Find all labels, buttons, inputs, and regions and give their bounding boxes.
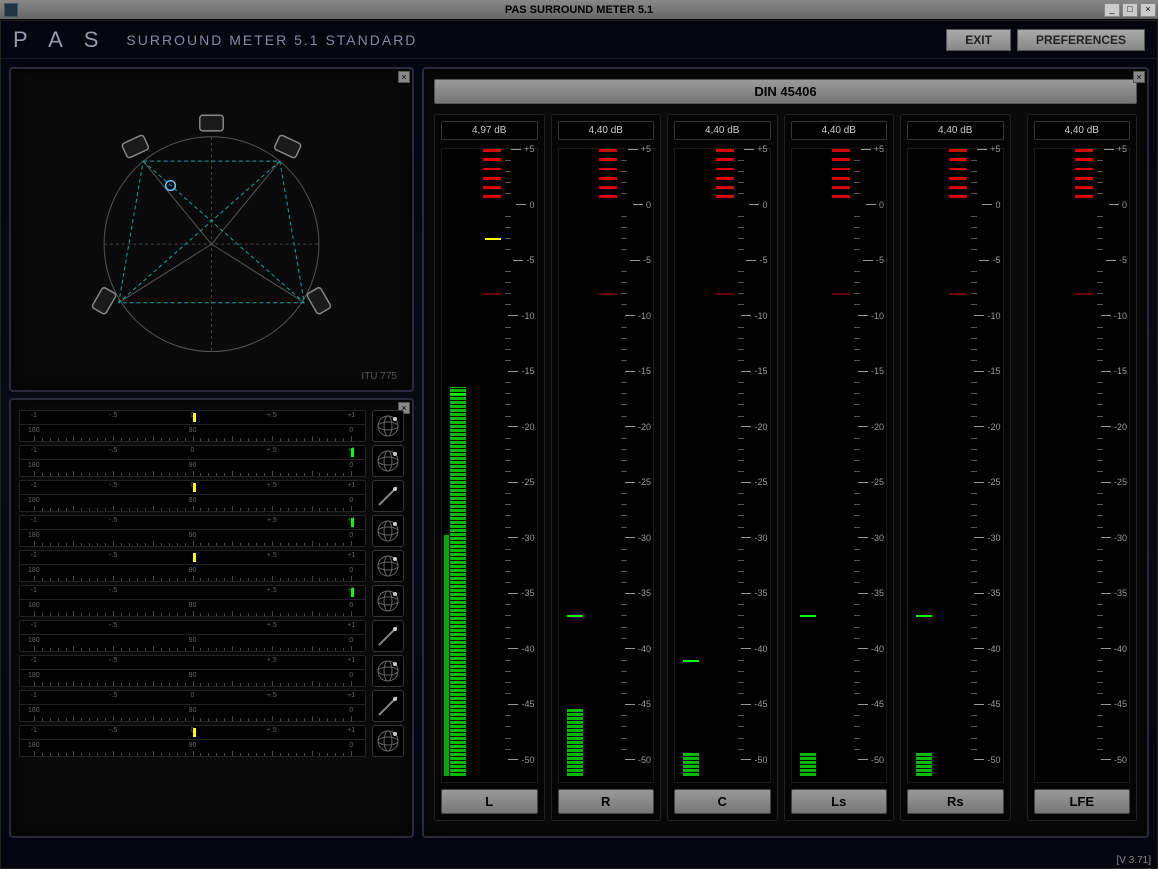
- window-titlebar: PAS SURROUND METER 5.1 _ □ ×: [0, 0, 1158, 20]
- surround-scope: [26, 84, 397, 375]
- correlator-slider[interactable]: -1-.50+.5+1180900: [19, 725, 366, 757]
- peak-hold-mark: [567, 615, 583, 617]
- peak-hold-mark: [683, 660, 699, 662]
- correlator-slider[interactable]: -1-.5+.5+1180900: [19, 655, 366, 687]
- correlator-slider[interactable]: -1-.50+.5+1180900: [19, 410, 366, 442]
- goniometer-icon[interactable]: [372, 655, 404, 687]
- goniometer-icon[interactable]: [372, 550, 404, 582]
- panel-close-icon[interactable]: ×: [398, 71, 410, 83]
- meter-channel-rs: 4,40 dB +50-5-10-15-20-25-30-35-40-45-50 R…: [900, 114, 1011, 821]
- meter-channel-l: 4,97 dB +50-5-10-15-20-25-30-35-40-45-50 L: [434, 114, 545, 821]
- level-bar: [800, 753, 816, 775]
- meter-body: +50-5-10-15-20-25-30-35-40-45-50: [907, 148, 1004, 783]
- channel-label[interactable]: C: [674, 789, 771, 814]
- correlator-panel: × -1-.50+.5+1180900-1-.50+.5+1180900-1-.…: [9, 398, 414, 838]
- goniometer-icon[interactable]: [372, 585, 404, 617]
- version-label: [V 3.71]: [1117, 855, 1151, 866]
- level-bar: [450, 387, 466, 776]
- close-button[interactable]: ×: [1140, 3, 1156, 17]
- app-icon: [4, 3, 18, 17]
- channel-label[interactable]: LFE: [1034, 789, 1131, 814]
- peak-value: 4,40 dB: [791, 121, 888, 140]
- phase-icon[interactable]: [372, 620, 404, 652]
- goniometer-icon[interactable]: [372, 445, 404, 477]
- meter-standard-label: DIN 45406: [434, 79, 1137, 104]
- meter-channel-r: 4,40 dB +50-5-10-15-20-25-30-35-40-45-50 R: [551, 114, 662, 821]
- peak-hold-mark: [450, 393, 466, 395]
- correlator-slider[interactable]: -1-.5+.5+1180900: [19, 620, 366, 652]
- correlator-row: -1-.5+.5+1180900: [19, 620, 404, 652]
- level-meters-panel: × DIN 45406 4,97 dB +50-5-10-15-20-25-30-…: [422, 67, 1149, 838]
- meter-channel-lfe: 4,40 dB +50-5-10-15-20-25-30-35-40-45-50 L…: [1027, 114, 1138, 821]
- app-header: P A S SURROUND METER 5.1 STANDARD EXIT P…: [1, 21, 1157, 59]
- maximize-button[interactable]: □: [1122, 3, 1138, 17]
- channel-label[interactable]: R: [558, 789, 655, 814]
- preferences-button[interactable]: PREFERENCES: [1017, 29, 1145, 51]
- correlator-row: -1-.50+.5+1180900: [19, 725, 404, 757]
- app-subtitle: SURROUND METER 5.1 STANDARD: [126, 32, 417, 48]
- surround-scope-panel: ×: [9, 67, 414, 392]
- correlator-row: -1-.50+.5+1180900: [19, 690, 404, 722]
- meter-body: +50-5-10-15-20-25-30-35-40-45-50: [791, 148, 888, 783]
- level-bar: [567, 709, 583, 776]
- meter-channel-c: 4,40 dB +50-5-10-15-20-25-30-35-40-45-50 C: [667, 114, 778, 821]
- correlator-row: -1-.5+.5+1180900: [19, 550, 404, 582]
- correlator-slider[interactable]: -1-.50+.5+1180900: [19, 690, 366, 722]
- level-bar: [683, 753, 699, 775]
- correlator-row: -1-.50+.5+1180900: [19, 480, 404, 512]
- meter-body: +50-5-10-15-20-25-30-35-40-45-50: [674, 148, 771, 783]
- logo: P A S: [13, 27, 106, 53]
- exit-button[interactable]: EXIT: [946, 29, 1011, 51]
- correlator-slider[interactable]: -1-.5+.5+1180900: [19, 550, 366, 582]
- correlator-row: -1-.5+.5+1180900: [19, 585, 404, 617]
- peak-hold-mark: [916, 615, 932, 617]
- peak-value: 4,40 dB: [674, 121, 771, 140]
- channel-label[interactable]: Rs: [907, 789, 1004, 814]
- peak-value: 4,97 dB: [441, 121, 538, 140]
- meter-body: +50-5-10-15-20-25-30-35-40-45-50: [558, 148, 655, 783]
- correlator-slider[interactable]: -1-.50+.5+1180900: [19, 445, 366, 477]
- correlator-row: -1-.5+.5+1180900: [19, 515, 404, 547]
- level-bar: [916, 753, 932, 775]
- surround-standard-label: ITU 775: [361, 371, 397, 382]
- window-title: PAS SURROUND METER 5.1: [505, 4, 653, 16]
- meter-channel-ls: 4,40 dB +50-5-10-15-20-25-30-35-40-45-50 L…: [784, 114, 895, 821]
- goniometer-icon[interactable]: [372, 725, 404, 757]
- minimize-button[interactable]: _: [1104, 3, 1120, 17]
- meter-body: +50-5-10-15-20-25-30-35-40-45-50: [441, 148, 538, 783]
- peak-hold-mark: [800, 615, 816, 617]
- phase-icon[interactable]: [372, 480, 404, 512]
- meter-body: +50-5-10-15-20-25-30-35-40-45-50: [1034, 148, 1131, 783]
- correlator-slider[interactable]: -1-.5+.5+1180900: [19, 585, 366, 617]
- peak-value: 4,40 dB: [558, 121, 655, 140]
- goniometer-icon[interactable]: [372, 515, 404, 547]
- peak-value: 4,40 dB: [1034, 121, 1131, 140]
- correlator-row: -1-.5+.5+1180900: [19, 655, 404, 687]
- correlator-slider[interactable]: -1-.50+.5+1180900: [19, 480, 366, 512]
- channel-label[interactable]: L: [441, 789, 538, 814]
- channel-label[interactable]: Ls: [791, 789, 888, 814]
- correlator-slider[interactable]: -1-.5+.5+1180900: [19, 515, 366, 547]
- peak-value: 4,40 dB: [907, 121, 1004, 140]
- panel-close-icon[interactable]: ×: [1133, 71, 1145, 83]
- goniometer-icon[interactable]: [372, 410, 404, 442]
- correlator-row: -1-.50+.5+1180900: [19, 445, 404, 477]
- phase-icon[interactable]: [372, 690, 404, 722]
- correlator-row: -1-.50+.5+1180900: [19, 410, 404, 442]
